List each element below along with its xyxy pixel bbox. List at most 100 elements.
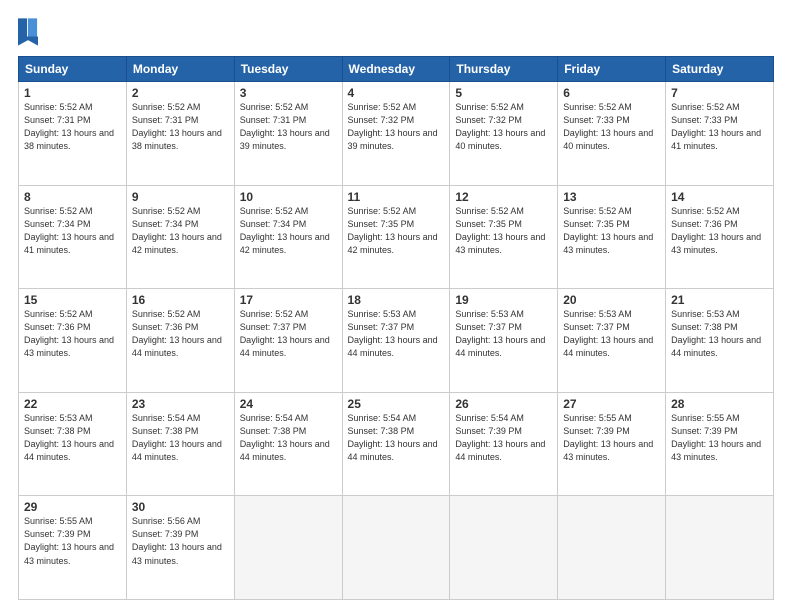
day-number: 11	[348, 190, 445, 204]
calendar-cell: 21 Sunrise: 5:53 AM Sunset: 7:38 PM Dayl…	[666, 289, 774, 393]
day-number: 8	[24, 190, 121, 204]
day-number: 12	[455, 190, 552, 204]
daylight: Daylight: 13 hours and 38 minutes.	[24, 128, 114, 151]
day-info: Sunrise: 5:52 AM Sunset: 7:35 PM Dayligh…	[563, 205, 660, 257]
sunrise: Sunrise: 5:54 AM	[348, 413, 417, 423]
sunset: Sunset: 7:33 PM	[671, 115, 738, 125]
day-info: Sunrise: 5:52 AM Sunset: 7:36 PM Dayligh…	[671, 205, 768, 257]
day-info: Sunrise: 5:53 AM Sunset: 7:38 PM Dayligh…	[24, 412, 121, 464]
sunset: Sunset: 7:38 PM	[240, 426, 307, 436]
weekday-header-tuesday: Tuesday	[234, 57, 342, 82]
calendar-cell	[558, 496, 666, 600]
daylight: Daylight: 13 hours and 44 minutes.	[132, 439, 222, 462]
sunrise: Sunrise: 5:52 AM	[455, 206, 524, 216]
calendar-cell: 15 Sunrise: 5:52 AM Sunset: 7:36 PM Dayl…	[19, 289, 127, 393]
weekday-header-saturday: Saturday	[666, 57, 774, 82]
sunrise: Sunrise: 5:52 AM	[24, 102, 93, 112]
day-info: Sunrise: 5:53 AM Sunset: 7:37 PM Dayligh…	[455, 308, 552, 360]
daylight: Daylight: 13 hours and 40 minutes.	[563, 128, 653, 151]
weekday-header-thursday: Thursday	[450, 57, 558, 82]
calendar-cell: 19 Sunrise: 5:53 AM Sunset: 7:37 PM Dayl…	[450, 289, 558, 393]
daylight: Daylight: 13 hours and 44 minutes.	[24, 439, 114, 462]
day-number: 7	[671, 86, 768, 100]
calendar-cell: 20 Sunrise: 5:53 AM Sunset: 7:37 PM Dayl…	[558, 289, 666, 393]
calendar-cell: 25 Sunrise: 5:54 AM Sunset: 7:38 PM Dayl…	[342, 392, 450, 496]
day-number: 26	[455, 397, 552, 411]
sunrise: Sunrise: 5:52 AM	[671, 206, 740, 216]
daylight: Daylight: 13 hours and 43 minutes.	[671, 232, 761, 255]
day-number: 16	[132, 293, 229, 307]
sunset: Sunset: 7:36 PM	[24, 322, 91, 332]
day-info: Sunrise: 5:52 AM Sunset: 7:31 PM Dayligh…	[240, 101, 337, 153]
calendar-cell: 24 Sunrise: 5:54 AM Sunset: 7:38 PM Dayl…	[234, 392, 342, 496]
calendar-cell: 30 Sunrise: 5:56 AM Sunset: 7:39 PM Dayl…	[126, 496, 234, 600]
day-info: Sunrise: 5:55 AM Sunset: 7:39 PM Dayligh…	[563, 412, 660, 464]
sunset: Sunset: 7:39 PM	[455, 426, 522, 436]
day-info: Sunrise: 5:53 AM Sunset: 7:37 PM Dayligh…	[563, 308, 660, 360]
day-info: Sunrise: 5:55 AM Sunset: 7:39 PM Dayligh…	[24, 515, 121, 567]
calendar-cell: 13 Sunrise: 5:52 AM Sunset: 7:35 PM Dayl…	[558, 185, 666, 289]
day-info: Sunrise: 5:54 AM Sunset: 7:38 PM Dayligh…	[348, 412, 445, 464]
day-info: Sunrise: 5:52 AM Sunset: 7:34 PM Dayligh…	[24, 205, 121, 257]
calendar-cell: 18 Sunrise: 5:53 AM Sunset: 7:37 PM Dayl…	[342, 289, 450, 393]
day-number: 17	[240, 293, 337, 307]
daylight: Daylight: 13 hours and 38 minutes.	[132, 128, 222, 151]
daylight: Daylight: 13 hours and 42 minutes.	[240, 232, 330, 255]
day-number: 1	[24, 86, 121, 100]
header	[18, 18, 774, 46]
sunrise: Sunrise: 5:52 AM	[132, 309, 201, 319]
daylight: Daylight: 13 hours and 43 minutes.	[455, 232, 545, 255]
sunrise: Sunrise: 5:52 AM	[24, 309, 93, 319]
day-number: 4	[348, 86, 445, 100]
day-info: Sunrise: 5:52 AM Sunset: 7:31 PM Dayligh…	[132, 101, 229, 153]
day-number: 29	[24, 500, 121, 514]
calendar-cell: 1 Sunrise: 5:52 AM Sunset: 7:31 PM Dayli…	[19, 82, 127, 186]
daylight: Daylight: 13 hours and 43 minutes.	[671, 439, 761, 462]
day-info: Sunrise: 5:52 AM Sunset: 7:33 PM Dayligh…	[671, 101, 768, 153]
daylight: Daylight: 13 hours and 43 minutes.	[563, 232, 653, 255]
sunset: Sunset: 7:37 PM	[455, 322, 522, 332]
daylight: Daylight: 13 hours and 42 minutes.	[132, 232, 222, 255]
sunrise: Sunrise: 5:52 AM	[563, 206, 632, 216]
calendar-cell: 8 Sunrise: 5:52 AM Sunset: 7:34 PM Dayli…	[19, 185, 127, 289]
weekday-header-friday: Friday	[558, 57, 666, 82]
sunrise: Sunrise: 5:55 AM	[563, 413, 632, 423]
sunrise: Sunrise: 5:52 AM	[240, 206, 309, 216]
day-info: Sunrise: 5:55 AM Sunset: 7:39 PM Dayligh…	[671, 412, 768, 464]
day-number: 22	[24, 397, 121, 411]
day-number: 21	[671, 293, 768, 307]
sunset: Sunset: 7:31 PM	[240, 115, 307, 125]
weekday-header-wednesday: Wednesday	[342, 57, 450, 82]
daylight: Daylight: 13 hours and 41 minutes.	[24, 232, 114, 255]
calendar-cell: 11 Sunrise: 5:52 AM Sunset: 7:35 PM Dayl…	[342, 185, 450, 289]
day-number: 30	[132, 500, 229, 514]
calendar-cell: 17 Sunrise: 5:52 AM Sunset: 7:37 PM Dayl…	[234, 289, 342, 393]
logo-icon	[18, 18, 38, 46]
sunset: Sunset: 7:34 PM	[132, 219, 199, 229]
sunset: Sunset: 7:36 PM	[132, 322, 199, 332]
calendar-cell: 16 Sunrise: 5:52 AM Sunset: 7:36 PM Dayl…	[126, 289, 234, 393]
sunrise: Sunrise: 5:53 AM	[348, 309, 417, 319]
day-number: 10	[240, 190, 337, 204]
calendar-week-5: 29 Sunrise: 5:55 AM Sunset: 7:39 PM Dayl…	[19, 496, 774, 600]
sunrise: Sunrise: 5:53 AM	[455, 309, 524, 319]
calendar-cell: 22 Sunrise: 5:53 AM Sunset: 7:38 PM Dayl…	[19, 392, 127, 496]
daylight: Daylight: 13 hours and 43 minutes.	[132, 542, 222, 565]
calendar-cell: 10 Sunrise: 5:52 AM Sunset: 7:34 PM Dayl…	[234, 185, 342, 289]
calendar-cell: 2 Sunrise: 5:52 AM Sunset: 7:31 PM Dayli…	[126, 82, 234, 186]
daylight: Daylight: 13 hours and 41 minutes.	[671, 128, 761, 151]
daylight: Daylight: 13 hours and 44 minutes.	[455, 335, 545, 358]
calendar-cell: 28 Sunrise: 5:55 AM Sunset: 7:39 PM Dayl…	[666, 392, 774, 496]
daylight: Daylight: 13 hours and 44 minutes.	[563, 335, 653, 358]
sunrise: Sunrise: 5:52 AM	[132, 102, 201, 112]
sunset: Sunset: 7:38 PM	[671, 322, 738, 332]
calendar-cell	[666, 496, 774, 600]
day-info: Sunrise: 5:54 AM Sunset: 7:38 PM Dayligh…	[240, 412, 337, 464]
sunset: Sunset: 7:39 PM	[563, 426, 630, 436]
sunrise: Sunrise: 5:54 AM	[240, 413, 309, 423]
calendar-cell: 14 Sunrise: 5:52 AM Sunset: 7:36 PM Dayl…	[666, 185, 774, 289]
daylight: Daylight: 13 hours and 44 minutes.	[671, 335, 761, 358]
daylight: Daylight: 13 hours and 44 minutes.	[240, 335, 330, 358]
sunset: Sunset: 7:37 PM	[240, 322, 307, 332]
daylight: Daylight: 13 hours and 44 minutes.	[240, 439, 330, 462]
